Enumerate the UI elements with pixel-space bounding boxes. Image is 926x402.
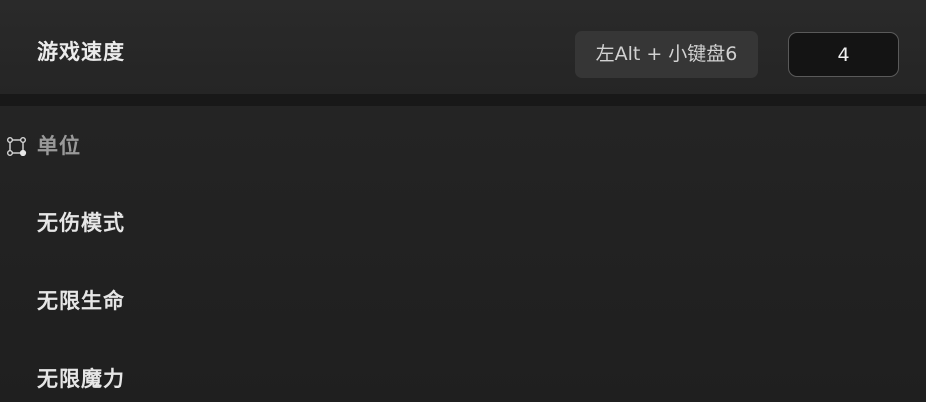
game-speed-value-input[interactable]: 4 [788, 32, 899, 77]
option-no-damage[interactable]: 无伤模式 [37, 205, 125, 241]
section-divider [0, 94, 926, 106]
game-speed-row: 游戏速度 左Alt + 小键盘6 4 [0, 0, 926, 95]
units-category-title: 单位 [37, 134, 81, 158]
option-infinite-health[interactable]: 无限生命 [37, 283, 125, 319]
game-speed-hotkey[interactable]: 左Alt + 小键盘6 [575, 31, 758, 78]
option-infinite-mana[interactable]: 无限魔力 [37, 361, 125, 397]
game-speed-label: 游戏速度 [37, 40, 125, 64]
unit-selection-icon [7, 137, 27, 156]
units-section [0, 106, 926, 402]
